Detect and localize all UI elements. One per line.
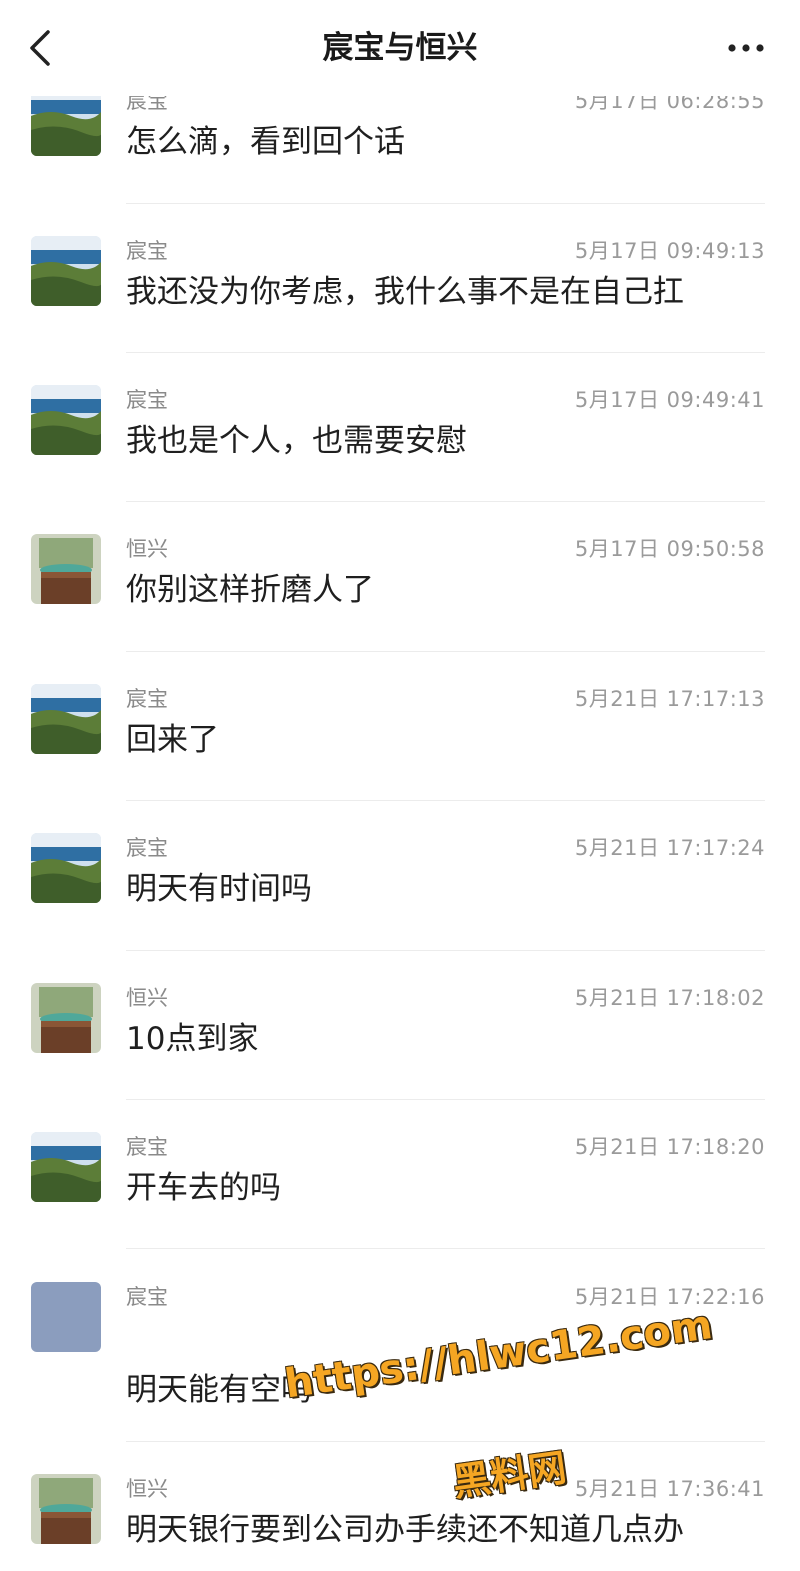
message-time: 5月17日 09:49:41 bbox=[574, 388, 765, 412]
message-time: 5月21日 17:18:02 bbox=[574, 986, 765, 1010]
message-text: 回来了 bbox=[126, 722, 219, 758]
landscape-avatar-image bbox=[31, 833, 101, 903]
message-item[interactable]: 宸宝 5月21日 17:18:20 开车去的吗 bbox=[0, 1132, 800, 1282]
plant-pot-avatar-image bbox=[31, 983, 101, 1053]
more-horizontal-icon bbox=[728, 44, 764, 52]
avatar[interactable] bbox=[31, 1282, 101, 1352]
divider bbox=[126, 203, 765, 204]
landscape-avatar-image bbox=[31, 86, 101, 156]
avatar[interactable] bbox=[31, 983, 101, 1053]
landscape-avatar-image bbox=[31, 1132, 101, 1202]
avatar[interactable] bbox=[31, 1132, 101, 1202]
message-text: 我也是个人，也需要安慰 bbox=[126, 423, 467, 459]
sender-name: 宸宝 bbox=[126, 1285, 168, 1309]
message-text: 明天有时间吗 bbox=[126, 871, 312, 907]
message-text: 开车去的吗 bbox=[126, 1170, 281, 1206]
message-text: 明天能有空吗 bbox=[126, 1372, 312, 1408]
avatar[interactable] bbox=[31, 236, 101, 306]
avatar[interactable] bbox=[31, 1474, 101, 1544]
message-time: 5月21日 17:17:13 bbox=[574, 687, 765, 711]
plant-pot-avatar-image bbox=[31, 534, 101, 604]
message-item[interactable]: 恒兴 5月17日 09:50:58 你别这样折磨人了 bbox=[0, 534, 800, 684]
message-time: 5月17日 09:50:58 bbox=[574, 537, 765, 561]
more-button[interactable] bbox=[726, 38, 766, 58]
message-time: 5月21日 17:17:24 bbox=[574, 836, 765, 860]
divider bbox=[126, 651, 765, 652]
message-item[interactable]: 宸宝 5月21日 17:17:13 回来了 bbox=[0, 684, 800, 834]
message-item[interactable]: 宸宝 5月17日 06:28:55 怎么滴，看到回个话 bbox=[0, 86, 800, 236]
message-text: 怎么滴，看到回个话 bbox=[126, 124, 405, 160]
page-title: 宸宝与恒兴 bbox=[322, 30, 478, 66]
message-text: 你别这样折磨人了 bbox=[126, 572, 374, 608]
avatar[interactable] bbox=[31, 684, 101, 754]
message-text: 明天银行要到公司办手续还不知道几点办 bbox=[126, 1512, 684, 1548]
sender-name: 恒兴 bbox=[126, 986, 168, 1010]
landscape-avatar-image bbox=[31, 236, 101, 306]
message-time: 5月17日 09:49:13 bbox=[574, 239, 765, 263]
message-item[interactable]: 恒兴 5月21日 17:36:41 明天银行要到公司办手续还不知道几点办 bbox=[0, 1474, 800, 1571]
message-item[interactable]: 恒兴 5月21日 17:18:02 10点到家 bbox=[0, 983, 800, 1133]
sender-name: 宸宝 bbox=[126, 687, 168, 711]
divider bbox=[126, 1441, 765, 1442]
message-time: 5月21日 17:18:20 bbox=[574, 1135, 765, 1159]
message-time: 5月21日 17:36:41 bbox=[574, 1477, 765, 1501]
avatar[interactable] bbox=[31, 385, 101, 455]
plant-pot-avatar-image bbox=[31, 1474, 101, 1544]
divider bbox=[126, 1099, 765, 1100]
message-item[interactable]: 宸宝 5月17日 09:49:13 我还没为你考虑，我什么事不是在自己扛 bbox=[0, 236, 800, 386]
sender-name: 宸宝 bbox=[126, 388, 168, 412]
avatar[interactable] bbox=[31, 86, 101, 156]
sender-name: 宸宝 bbox=[126, 836, 168, 860]
message-text: 10点到家 bbox=[126, 1021, 259, 1057]
message-item[interactable]: 宸宝 5月21日 17:17:24 明天有时间吗 bbox=[0, 833, 800, 983]
top-navigation-bar: 宸宝与恒兴 bbox=[0, 0, 800, 96]
message-item[interactable]: 宸宝 5月17日 09:49:41 我也是个人，也需要安慰 bbox=[0, 385, 800, 535]
message-item[interactable]: 宸宝 5月21日 17:22:16 明天能有空吗 bbox=[0, 1282, 800, 1462]
divider bbox=[126, 800, 765, 801]
sender-name: 宸宝 bbox=[126, 1135, 168, 1159]
sender-name: 恒兴 bbox=[126, 537, 168, 561]
divider bbox=[126, 501, 765, 502]
message-text: 我还没为你考虑，我什么事不是在自己扛 bbox=[126, 274, 684, 310]
sender-name: 恒兴 bbox=[126, 1477, 168, 1501]
message-time: 5月21日 17:22:16 bbox=[574, 1285, 765, 1309]
divider bbox=[126, 950, 765, 951]
divider bbox=[126, 1248, 765, 1249]
sender-name: 宸宝 bbox=[126, 239, 168, 263]
message-list[interactable]: 宸宝 5月17日 06:28:55 怎么滴，看到回个话 宸宝 5月17日 09:… bbox=[0, 0, 800, 1571]
landscape-avatar-image bbox=[31, 684, 101, 754]
divider bbox=[126, 352, 765, 353]
avatar[interactable] bbox=[31, 833, 101, 903]
avatar[interactable] bbox=[31, 534, 101, 604]
landscape-avatar-image bbox=[31, 385, 101, 455]
